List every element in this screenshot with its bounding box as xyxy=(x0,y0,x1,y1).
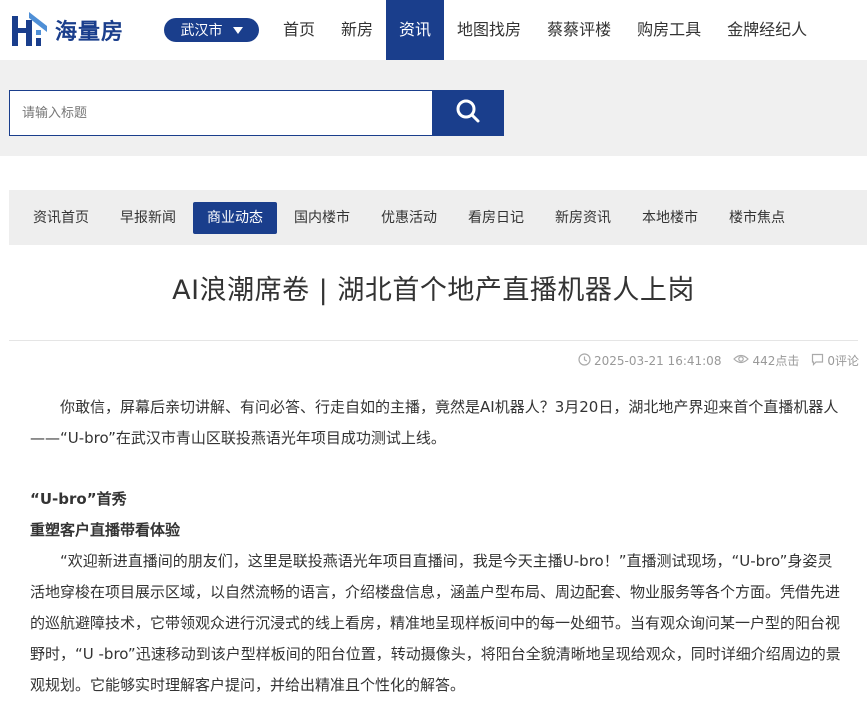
date-text: 2025-03-21 16:41:08 xyxy=(594,353,722,368)
comment-icon xyxy=(811,353,827,369)
nav-item-map-search[interactable]: 地图找房 xyxy=(444,0,534,60)
nav-item-agents[interactable]: 金牌经纪人 xyxy=(714,0,820,60)
search-band xyxy=(0,60,867,156)
article-paragraph: 你敢信，屏幕后亲切讲解、有问必答、行走自如的主播，竟然是AI机器人？3月20日，… xyxy=(30,398,839,447)
clock-icon xyxy=(578,352,594,369)
news-subnav: 资讯首页 早报新闻 商业动态 国内楼市 优惠活动 看房日记 新房资讯 本地楼市 … xyxy=(9,190,867,245)
search-button[interactable] xyxy=(432,90,504,136)
article-paragraph: “欢迎新进直播间的朋友们，这里是联投燕语光年项目直播间，我是今天主播U-bro！… xyxy=(30,552,841,694)
views-text: 442点击 xyxy=(752,354,800,368)
tab-business-news[interactable]: 商业动态 xyxy=(193,201,277,234)
search-input[interactable] xyxy=(9,90,433,136)
city-selector[interactable]: 武汉市 xyxy=(164,18,259,42)
tab-news-home[interactable]: 资讯首页 xyxy=(19,202,103,234)
caret-down-icon xyxy=(232,26,243,34)
nav-item-new-homes[interactable]: 新房 xyxy=(328,0,386,60)
main-nav: 首页 新房 资讯 地图找房 蔡蔡评楼 购房工具 金牌经纪人 xyxy=(270,0,820,60)
article-body: 你敢信，屏幕后亲切讲解、有问必答、行走自如的主播，竟然是AI机器人？3月20日，… xyxy=(30,392,843,701)
article-comments[interactable]: 0评论 xyxy=(811,352,859,369)
city-label: 武汉市 xyxy=(180,23,223,39)
article-date: 2025-03-21 16:41:08 xyxy=(578,352,722,369)
nav-item-home[interactable]: 首页 xyxy=(270,0,328,60)
section-subheading: 重塑客户直播带看体验 xyxy=(30,521,181,539)
section-heading: “U-bro”首秀 xyxy=(30,490,127,508)
tab-new-home-news[interactable]: 新房资讯 xyxy=(541,202,625,234)
eye-icon xyxy=(733,353,752,368)
house-logo-icon xyxy=(9,10,49,50)
site-logo[interactable]: 海量房 xyxy=(9,10,124,50)
tab-viewing-diary[interactable]: 看房日记 xyxy=(454,202,538,234)
tab-morning-news[interactable]: 早报新闻 xyxy=(106,202,190,234)
tab-market-focus[interactable]: 楼市焦点 xyxy=(715,202,799,234)
tab-domestic-market[interactable]: 国内楼市 xyxy=(280,202,364,234)
tab-local-market[interactable]: 本地楼市 xyxy=(628,202,712,234)
article-meta: 2025-03-21 16:41:08 442点击 0评论 xyxy=(566,352,859,369)
nav-item-reviews[interactable]: 蔡蔡评楼 xyxy=(534,0,624,60)
tab-promotions[interactable]: 优惠活动 xyxy=(367,202,451,234)
title-divider xyxy=(9,340,858,341)
nav-item-news[interactable]: 资讯 xyxy=(386,0,445,60)
comments-text: 0评论 xyxy=(827,354,859,368)
site-header: 海量房 武汉市 首页 新房 资讯 地图找房 蔡蔡评楼 购房工具 金牌经纪人 xyxy=(0,0,867,60)
article-title: AI浪潮席卷 | 湖北首个地产直播机器人上岗 xyxy=(172,275,695,306)
logo-text: 海量房 xyxy=(55,20,125,45)
article-views: 442点击 xyxy=(733,352,799,369)
search-icon xyxy=(455,98,481,128)
nav-item-tools[interactable]: 购房工具 xyxy=(624,0,714,60)
